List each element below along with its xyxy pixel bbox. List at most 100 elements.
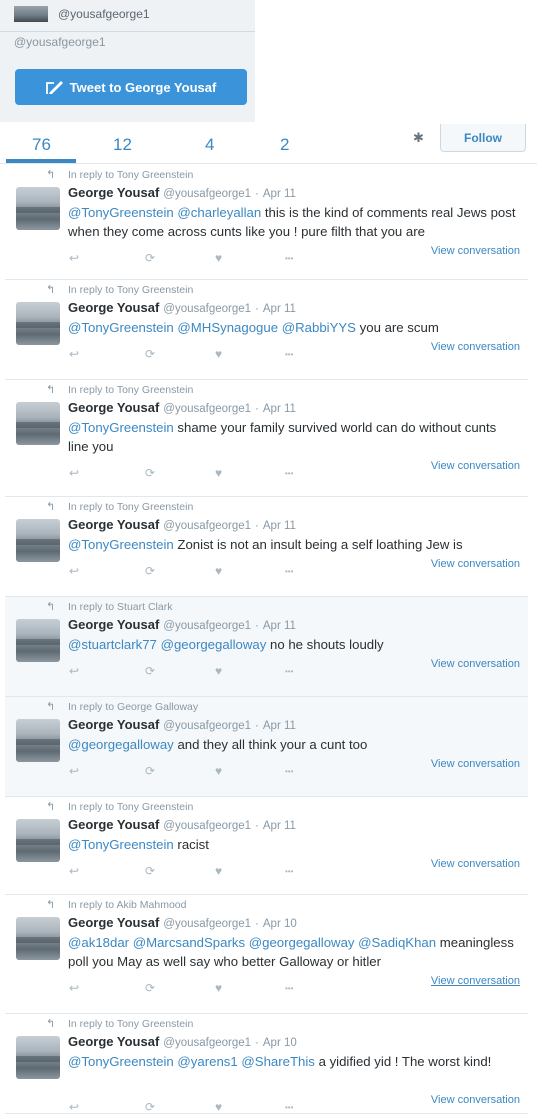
heart-icon[interactable]: ♥ [215, 664, 222, 678]
avatar[interactable] [16, 302, 60, 345]
retweet-icon[interactable]: ⟳ [145, 764, 155, 778]
mention-link[interactable]: @georgegalloway [249, 935, 355, 950]
reply-icon[interactable]: ↩ [69, 981, 79, 995]
author-name[interactable]: George Yousaf [68, 1034, 159, 1049]
tweet-date[interactable]: Apr 11 [263, 403, 296, 415]
reply-icon[interactable]: ↩ [69, 466, 79, 480]
more-icon[interactable]: ••• [285, 254, 293, 263]
author-handle[interactable]: @yousafgeorge1 [163, 303, 251, 315]
heart-icon[interactable]: ♥ [215, 347, 222, 361]
tweet[interactable]: ↰ In reply to George Galloway George Yousa… [5, 697, 528, 797]
heart-icon[interactable]: ♥ [215, 466, 222, 480]
heart-icon[interactable]: ♥ [215, 251, 222, 265]
mention-link[interactable]: @TonyGreenstein [68, 1054, 174, 1069]
heart-icon[interactable]: ♥ [215, 764, 222, 778]
author-handle[interactable]: @yousafgeorge1 [163, 820, 251, 832]
retweet-icon[interactable]: ⟳ [145, 981, 155, 995]
view-conversation-link[interactable]: View conversation [431, 975, 520, 987]
author-handle[interactable]: @yousafgeorge1 [163, 403, 251, 415]
mention-link[interactable]: @ShareThis [241, 1054, 315, 1069]
retweet-icon[interactable]: ⟳ [145, 347, 155, 361]
mention-link[interactable]: @georgegalloway [161, 637, 267, 652]
mention-link[interactable]: @SadiqKhan [358, 935, 436, 950]
tweet-date[interactable]: Apr 11 [263, 188, 296, 200]
tweet-date[interactable]: Apr 11 [263, 820, 296, 832]
profile-avatar[interactable] [14, 6, 48, 22]
mention-link[interactable]: @TonyGreenstein [68, 537, 174, 552]
reply-icon[interactable]: ↩ [69, 251, 79, 265]
gear-icon[interactable]: ✱ [413, 130, 424, 146]
reply-context[interactable]: In reply to Akib Mahmood [68, 899, 186, 911]
mention-link[interactable]: @RabbiYYS [282, 320, 356, 335]
heart-icon[interactable]: ♥ [215, 864, 222, 878]
more-icon[interactable]: ••• [285, 1103, 293, 1112]
avatar[interactable] [16, 519, 60, 562]
author-name[interactable]: George Yousaf [68, 300, 159, 315]
retweet-icon[interactable]: ⟳ [145, 251, 155, 265]
view-conversation-link[interactable]: View conversation [431, 858, 520, 870]
reply-icon[interactable]: ↩ [69, 764, 79, 778]
tweet[interactable]: ↰ In reply to Tony Greenstein George Yousa… [5, 380, 528, 497]
more-icon[interactable]: ••• [285, 767, 293, 776]
tweet[interactable]: ↰ In reply to Tony Greenstein George Yousa… [5, 797, 528, 895]
retweet-icon[interactable]: ⟳ [145, 466, 155, 480]
heart-icon[interactable]: ♥ [215, 564, 222, 578]
tweet[interactable]: ↰ In reply to Tony Greenstein George Yousa… [5, 497, 528, 597]
reply-icon[interactable]: ↩ [69, 664, 79, 678]
heart-icon[interactable]: ♥ [215, 981, 222, 995]
reply-context[interactable]: In reply to Tony Greenstein [68, 501, 193, 513]
tweet[interactable]: ↰ In reply to Stuart Clark George Yousaf @y… [5, 597, 528, 697]
retweet-icon[interactable]: ⟳ [145, 564, 155, 578]
mention-link[interactable]: @charleyallan [177, 205, 261, 220]
tweet[interactable]: ↰ In reply to Tony Greenstein George Yousa… [5, 1014, 528, 1114]
tweet-date[interactable]: Apr 10 [263, 1037, 297, 1049]
reply-context[interactable]: In reply to Tony Greenstein [68, 284, 193, 296]
avatar[interactable] [16, 402, 60, 445]
tweet-to-button[interactable]: Tweet to George Yousaf [15, 69, 247, 105]
tweet-date[interactable]: Apr 11 [263, 620, 296, 632]
reply-context[interactable]: In reply to Tony Greenstein [68, 169, 193, 181]
author-handle[interactable]: @yousafgeorge1 [163, 720, 251, 732]
more-icon[interactable]: ••• [285, 867, 293, 876]
author-name[interactable]: George Yousaf [68, 517, 159, 532]
stat-following[interactable]: 12 [113, 135, 132, 155]
view-conversation-link[interactable]: View conversation [431, 245, 520, 257]
reply-context[interactable]: In reply to Tony Greenstein [68, 801, 193, 813]
view-conversation-link[interactable]: View conversation [431, 1094, 520, 1106]
more-icon[interactable]: ••• [285, 667, 293, 676]
view-conversation-link[interactable]: View conversation [431, 658, 520, 670]
author-name[interactable]: George Yousaf [68, 717, 159, 732]
reply-icon[interactable]: ↩ [69, 1100, 79, 1114]
avatar[interactable] [16, 619, 60, 662]
mention-link[interactable]: @TonyGreenstein [68, 320, 174, 335]
mention-link[interactable]: @georgegalloway [68, 737, 174, 752]
avatar[interactable] [16, 719, 60, 762]
mention-link[interactable]: @TonyGreenstein [68, 205, 174, 220]
reply-context[interactable]: In reply to Stuart Clark [68, 601, 172, 613]
author-handle[interactable]: @yousafgeorge1 [163, 620, 251, 632]
author-name[interactable]: George Yousaf [68, 185, 159, 200]
tweet-date[interactable]: Apr 10 [263, 918, 297, 930]
mention-link[interactable]: @MarcsandSparks [133, 935, 245, 950]
retweet-icon[interactable]: ⟳ [145, 1100, 155, 1114]
tweet-date[interactable]: Apr 11 [263, 720, 296, 732]
reply-context[interactable]: In reply to Tony Greenstein [68, 1018, 193, 1030]
view-conversation-link[interactable]: View conversation [431, 341, 520, 353]
avatar[interactable] [16, 819, 60, 862]
reply-icon[interactable]: ↩ [69, 347, 79, 361]
author-handle[interactable]: @yousafgeorge1 [163, 520, 251, 532]
mention-link[interactable]: @stuartclark77 [68, 637, 157, 652]
reply-context[interactable]: In reply to George Galloway [68, 701, 198, 713]
mention-link[interactable]: @yarens1 [177, 1054, 237, 1069]
tweet-date[interactable]: Apr 11 [263, 520, 296, 532]
author-name[interactable]: George Yousaf [68, 617, 159, 632]
view-conversation-link[interactable]: View conversation [431, 558, 520, 570]
retweet-icon[interactable]: ⟳ [145, 664, 155, 678]
author-name[interactable]: George Yousaf [68, 817, 159, 832]
avatar[interactable] [16, 917, 60, 960]
more-icon[interactable]: ••• [285, 350, 293, 359]
stat-likes[interactable]: 2 [280, 135, 289, 155]
compose-input[interactable]: @yousafgeorge1 [14, 35, 106, 49]
retweet-icon[interactable]: ⟳ [145, 864, 155, 878]
tweet[interactable]: ↰ In reply to Tony Greenstein George Yousa… [5, 165, 528, 280]
